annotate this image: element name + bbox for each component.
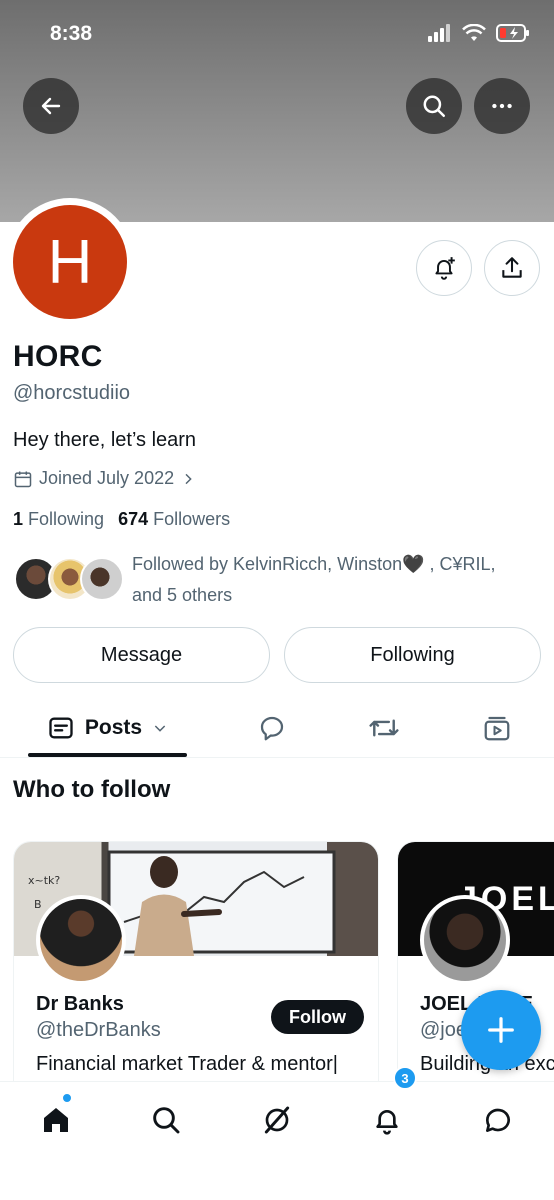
- signal-icon: [428, 24, 450, 42]
- back-button[interactable]: [23, 78, 79, 134]
- card-handle: @theDrBanks: [36, 1019, 161, 1041]
- follow-stats: 1 Following 674 Followers: [13, 509, 230, 530]
- search-icon: [423, 95, 445, 117]
- card-avatar: [420, 895, 510, 985]
- nav-grok[interactable]: [253, 1096, 301, 1144]
- more-dots-icon: [492, 103, 512, 109]
- compose-button[interactable]: [461, 990, 541, 1070]
- svg-text:B: B: [34, 898, 42, 911]
- following-label: Following: [28, 509, 105, 529]
- home-unread-dot: [62, 1093, 72, 1103]
- profile-bio: Hey there, let’s learn: [13, 429, 197, 451]
- message-button[interactable]: Message: [13, 627, 270, 683]
- card-name: Dr Banks: [36, 993, 124, 1015]
- profile-tabs: Posts: [0, 700, 554, 758]
- followers-count: 674: [118, 509, 149, 529]
- tab-media[interactable]: [467, 700, 527, 756]
- notify-button[interactable]: [416, 240, 472, 296]
- suggestion-card[interactable]: JOEL JOEL EBAE @joelebaex Building an ex…: [397, 841, 554, 1101]
- following-button-label: Following: [370, 643, 455, 666]
- who-to-follow-title: Who to follow: [13, 776, 171, 803]
- nav-search[interactable]: [142, 1096, 190, 1144]
- posts-icon: [49, 717, 73, 739]
- follow-button-label: Follow: [289, 1006, 346, 1027]
- following-count: 1: [13, 509, 24, 529]
- bottom-nav: [0, 1081, 554, 1200]
- search-icon: [153, 1107, 180, 1134]
- followed-by-line1: Followed by KelvinRicch, Winston🖤 , C¥RI…: [132, 554, 496, 574]
- followers-label: Followers: [153, 509, 231, 529]
- joined-date[interactable]: Joined July 2022: [13, 468, 196, 489]
- followed-by-avatars[interactable]: [14, 557, 124, 605]
- nav-messages[interactable]: [474, 1096, 522, 1144]
- more-button[interactable]: [474, 78, 530, 134]
- follow-button[interactable]: Follow: [271, 1000, 364, 1034]
- message-label: Message: [100, 643, 183, 666]
- search-button[interactable]: [406, 78, 462, 134]
- tab-replies[interactable]: [242, 700, 302, 756]
- tab-reposts[interactable]: [354, 700, 414, 756]
- plus-icon: [488, 1017, 514, 1043]
- reply-bubble-icon: [260, 716, 284, 741]
- active-tab-indicator: [28, 753, 187, 757]
- profile-name: HORC: [13, 340, 103, 373]
- home-icon: [44, 1108, 68, 1132]
- bell-icon: [376, 1110, 398, 1135]
- notification-badge: 3: [393, 1066, 417, 1090]
- chevron-down-icon: [154, 725, 166, 732]
- calendar-icon: [14, 471, 32, 487]
- svg-text:x~tk?: x~tk?: [28, 874, 60, 887]
- following-stat[interactable]: 1 Following: [13, 509, 104, 530]
- suggestion-card[interactable]: x~tk? B Dr Banks @theDrBanks Financial m…: [13, 841, 379, 1101]
- grok-icon: [264, 1106, 290, 1134]
- share-icon: [502, 257, 522, 278]
- nav-home[interactable]: [32, 1096, 80, 1144]
- share-button[interactable]: [484, 240, 540, 296]
- bell-plus-icon: [435, 257, 455, 280]
- chat-bubble-icon: [486, 1108, 510, 1132]
- profile-handle: @horcstudiio: [13, 382, 131, 404]
- wifi-icon: [462, 24, 486, 41]
- profile-avatar[interactable]: H: [13, 205, 127, 319]
- avatar-letter: H: [47, 227, 93, 297]
- battery-icon: [496, 24, 529, 42]
- card-description: Financial market Trader & mentor|: [36, 1053, 338, 1075]
- joined-label: Joined July 2022: [39, 468, 175, 488]
- avatar: [80, 557, 124, 601]
- card-avatar: [36, 895, 126, 985]
- tab-posts[interactable]: Posts: [28, 700, 187, 756]
- followed-by-text[interactable]: Followed by KelvinRicch, Winston🖤 , C¥RI…: [132, 549, 532, 611]
- following-button[interactable]: Following: [284, 627, 541, 683]
- arrow-left-icon: [41, 97, 61, 115]
- nav-notifications[interactable]: [363, 1096, 411, 1144]
- tab-posts-label: Posts: [84, 716, 143, 739]
- followers-stat[interactable]: 674 Followers: [118, 509, 230, 530]
- status-time: 8:38: [50, 22, 93, 45]
- status-icons: [428, 24, 530, 42]
- media-icon: [484, 716, 510, 741]
- repost-icon: [369, 719, 399, 737]
- followed-by-line2: and 5 others: [132, 585, 233, 605]
- chevron-right-icon: [185, 473, 192, 484]
